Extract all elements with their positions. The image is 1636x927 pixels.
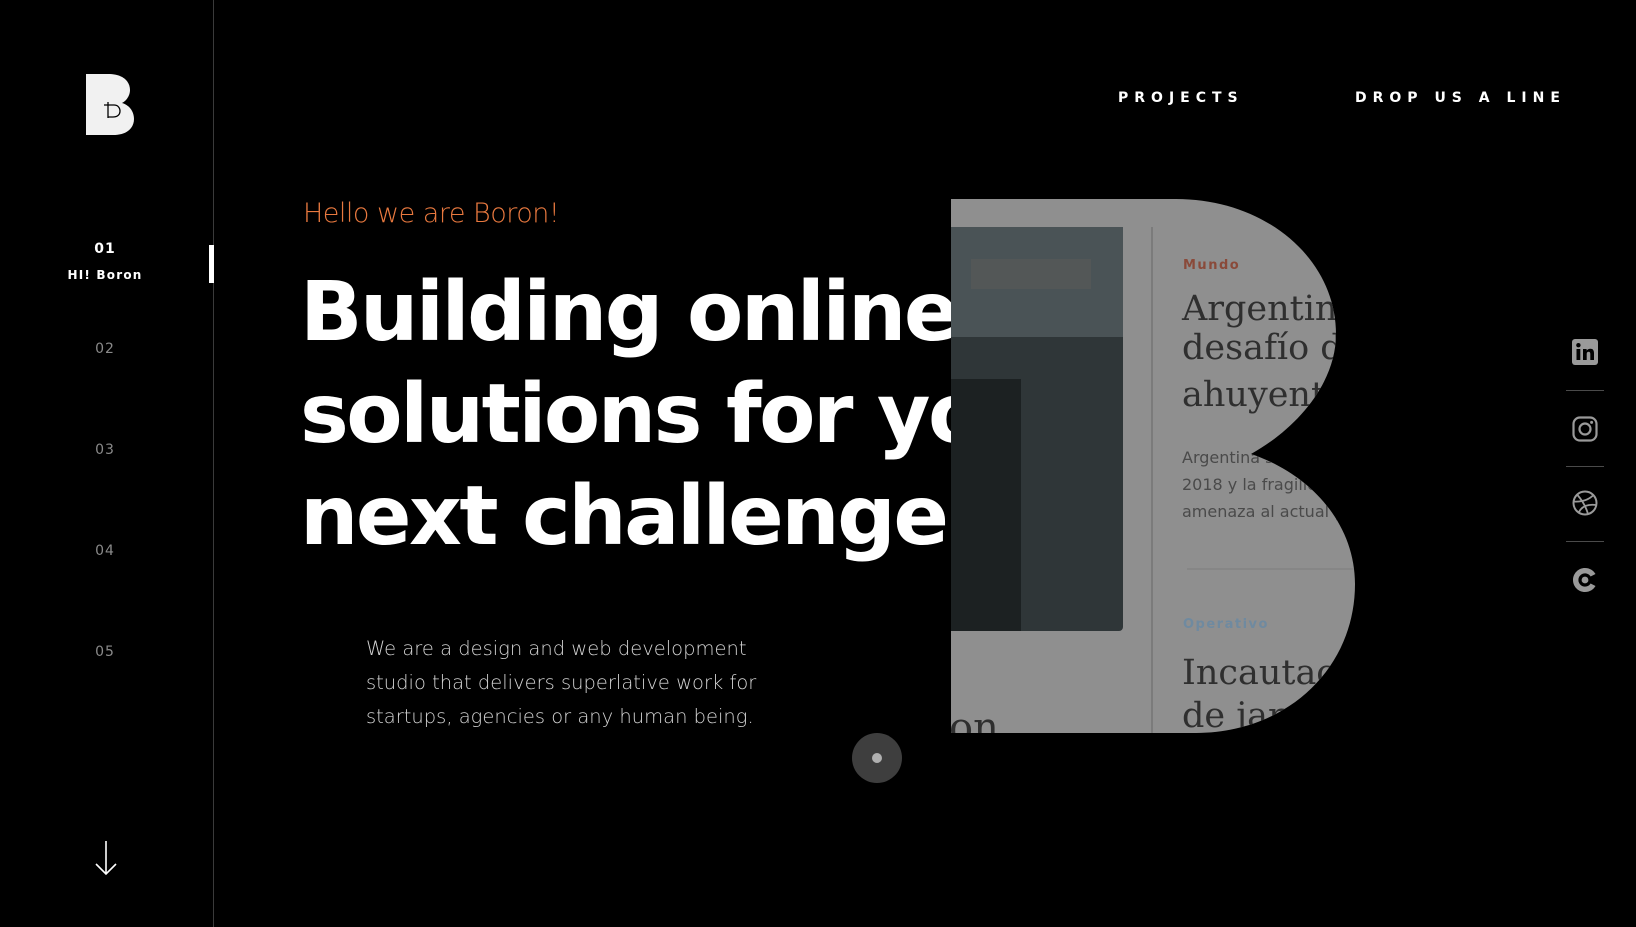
sidebar-item-01[interactable]: 01 HI! Boron: [0, 241, 210, 282]
photo-crowd: [971, 259, 1091, 289]
cursor-dot-button[interactable]: [852, 733, 902, 783]
sidebar-item-05[interactable]: 05: [0, 644, 210, 660]
sidebar-item-number: 02: [95, 341, 115, 357]
behance-icon[interactable]: [1566, 561, 1604, 599]
social-divider: [1566, 466, 1604, 467]
sidebar-item-04[interactable]: 04: [0, 543, 210, 559]
social-divider: [1566, 390, 1604, 391]
sidebar-item-number: 03: [95, 442, 115, 458]
hero-greeting: Hello we are Boron!: [303, 198, 560, 229]
photo-luggage: [951, 379, 1021, 631]
showcase-headline-line: ahuyenta: [1182, 375, 1346, 415]
showcase-body-line: amenaza al actual g: [1182, 502, 1344, 521]
hero-description: We are a design and web development stud…: [366, 637, 757, 728]
sidebar-item-label: HI! Boron: [67, 268, 143, 282]
page: 01 HI! Boron 02 03 04 05 PROJECTS DROP U…: [0, 0, 1636, 927]
sidebar-item-03[interactable]: 03: [0, 442, 210, 458]
showcase-body-line: 2018 y la fragilid: [1182, 475, 1317, 494]
showcase-body-line: Argentina s: [1182, 448, 1273, 467]
sidebar-item-02[interactable]: 02: [0, 341, 210, 357]
social-divider: [1566, 541, 1604, 542]
active-section-marker: [209, 245, 214, 283]
sidebar: 01 HI! Boron 02 03 04 05: [0, 0, 214, 927]
showcase-section-label: Operativo: [1183, 617, 1269, 632]
linkedin-icon[interactable]: [1566, 333, 1604, 371]
showcase-headline-line: Argentina: [1181, 289, 1355, 329]
headline-line: Building online: [300, 265, 959, 360]
showcase-headline-line: de jar: [1182, 696, 1285, 733]
showcase-headline-line: desafío de: [1182, 328, 1355, 368]
sidebar-item-number: 01: [94, 241, 116, 257]
nav-link-projects[interactable]: PROJECTS: [1118, 90, 1244, 106]
instagram-icon[interactable]: [1566, 410, 1604, 448]
boron-logo-icon[interactable]: [86, 74, 134, 135]
showcase-b-image: Mundo Argentina desafío de ahuyenta Arge…: [951, 199, 1355, 733]
sidebar-item-number: 04: [95, 543, 115, 559]
showcase-headline-line: Incautaci: [1182, 653, 1347, 693]
showcase-caption-fragment: on: [951, 705, 999, 733]
dot-icon: [872, 753, 882, 763]
headline-line: solutions for your: [300, 367, 1078, 462]
hero-headline: Building online solutions for your next …: [300, 262, 1078, 568]
sidebar-item-number: 05: [95, 644, 115, 660]
nav-link-drop-us-a-line[interactable]: DROP US A LINE: [1355, 90, 1566, 106]
showcase-section-label: Mundo: [1183, 258, 1240, 273]
dribbble-icon[interactable]: [1566, 484, 1604, 522]
headline-line: next challenge.: [300, 469, 978, 564]
arrow-down-icon[interactable]: [94, 840, 118, 876]
